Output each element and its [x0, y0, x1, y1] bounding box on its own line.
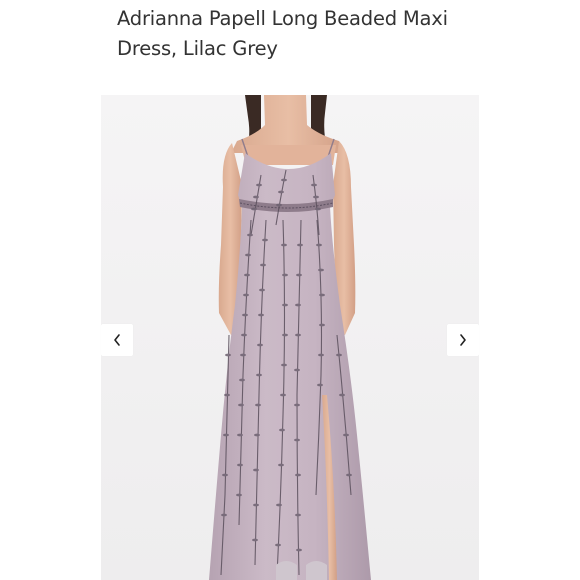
previous-image-button[interactable]: [101, 324, 133, 356]
model-shoe: [276, 561, 297, 580]
product-photo: [209, 95, 371, 580]
product-image-gallery[interactable]: [101, 95, 479, 580]
next-image-button[interactable]: [447, 324, 479, 356]
chevron-right-icon: [460, 334, 466, 346]
product-title: Adrianna Papell Long Beaded Maxi Dress, …: [117, 7, 448, 60]
chevron-left-icon: [114, 334, 120, 346]
